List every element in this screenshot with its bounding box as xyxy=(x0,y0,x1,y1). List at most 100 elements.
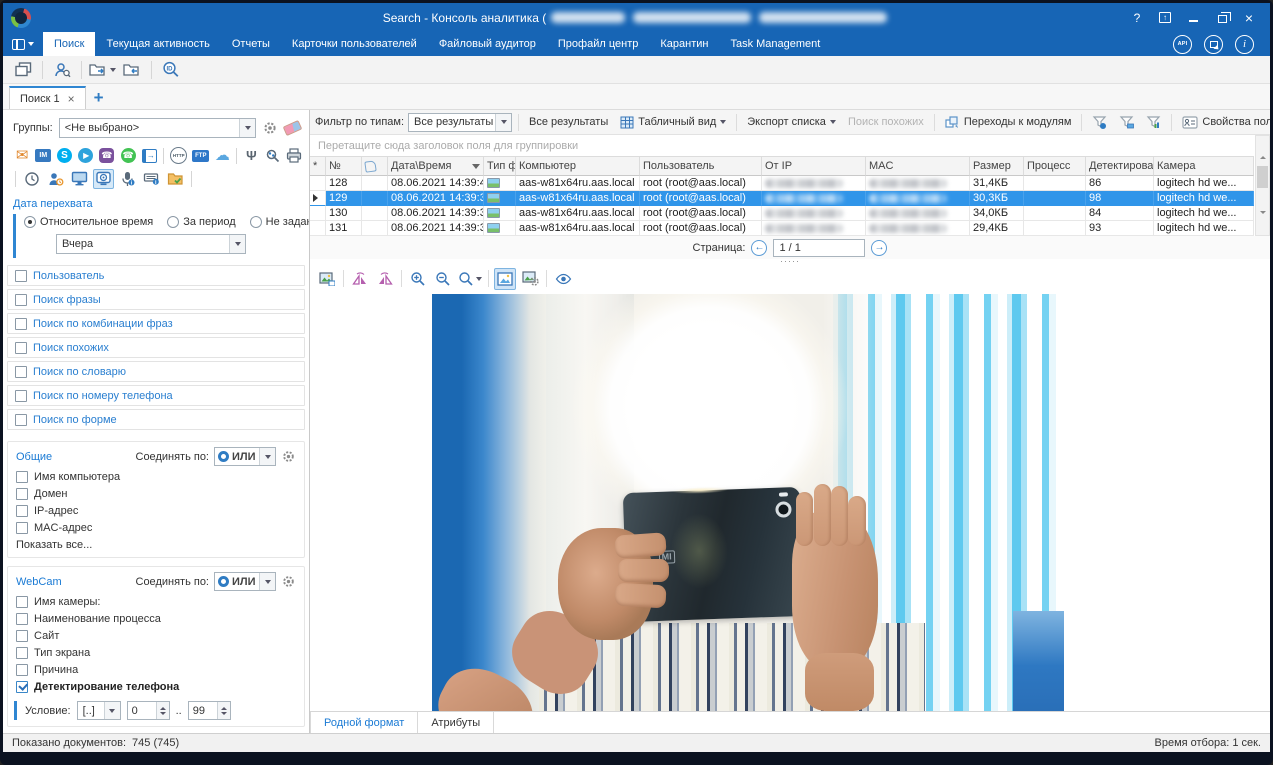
mail-channel-icon[interactable]: ✉ xyxy=(13,146,31,166)
checkbox[interactable] xyxy=(16,488,28,500)
ftp-channel-icon[interactable]: FTP xyxy=(191,146,210,166)
checkbox[interactable] xyxy=(15,366,27,378)
go-to-modules-button[interactable]: Переходы к модулям xyxy=(941,112,1076,133)
app-menu-button[interactable] xyxy=(3,32,43,56)
tab-close-icon[interactable]: × xyxy=(68,93,75,105)
eraser-icon[interactable] xyxy=(283,120,303,136)
search-similar-button[interactable]: Поиск похожих xyxy=(844,112,928,133)
relative-time-dropdown-button[interactable] xyxy=(229,235,245,253)
scroll-up-icon[interactable] xyxy=(1260,139,1266,157)
api-connections-icon[interactable]: API xyxy=(1173,35,1192,54)
tab-search-1[interactable]: Поиск 1 × xyxy=(9,86,86,109)
webcam-channel-icon[interactable] xyxy=(93,169,114,189)
criterion-user[interactable]: Пользователь xyxy=(7,265,305,286)
rotate-left-button[interactable] xyxy=(349,268,371,290)
criterion-phrase[interactable]: Поиск фразы xyxy=(7,289,305,310)
criterion-phone-number[interactable]: Поиск по номеру телефона xyxy=(7,385,305,406)
webcam-phone-detection[interactable]: Детектирование телефона xyxy=(16,681,296,693)
gear-icon[interactable] xyxy=(281,574,296,589)
checkbox[interactable] xyxy=(15,390,27,402)
criterion-similar[interactable]: Поиск похожих xyxy=(7,337,305,358)
relative-time-combobox[interactable]: Вчера xyxy=(56,234,246,254)
column-header-filetype[interactable]: Тип фа xyxy=(484,157,516,176)
column-header-star[interactable]: * xyxy=(310,157,326,176)
filter-by-computer-button[interactable] xyxy=(1115,112,1138,133)
checkbox[interactable] xyxy=(16,630,28,642)
ribbon-tab-user-cards[interactable]: Карточки пользователей xyxy=(281,32,428,56)
table-view-button[interactable]: Табличный вид xyxy=(616,112,730,133)
webcam-screen-type[interactable]: Тип экрана xyxy=(16,647,296,659)
radio-relative-time[interactable]: Относительное время xyxy=(24,216,153,228)
new-window-button[interactable] xyxy=(11,58,35,82)
common-ip-address[interactable]: IP-адрес xyxy=(16,505,296,517)
all-results-button[interactable]: Все результаты xyxy=(525,112,612,133)
column-header-user[interactable]: Пользователь xyxy=(640,157,762,176)
join-dropdown-button[interactable] xyxy=(259,573,275,590)
common-join-combobox[interactable]: ИЛИ xyxy=(214,447,276,466)
condition-from-stepper[interactable]: 0 xyxy=(127,701,170,720)
ribbon-tab-profile-center[interactable]: Профайл центр xyxy=(547,32,649,56)
operator-dropdown-button[interactable] xyxy=(104,702,120,719)
export-data-icon[interactable] xyxy=(1204,35,1223,54)
checkbox[interactable] xyxy=(16,522,28,534)
column-header-from-ip[interactable]: От IP xyxy=(762,157,866,176)
criterion-phrase-combination[interactable]: Поиск по комбинации фраз xyxy=(7,313,305,334)
ribbon-tab-task-management[interactable]: Task Management xyxy=(719,32,831,56)
common-domain[interactable]: Домен xyxy=(16,488,296,500)
tab-attributes[interactable]: Атрибуты xyxy=(418,712,494,733)
ribbon-tab-quarantine[interactable]: Карантин xyxy=(649,32,719,56)
checkbox[interactable] xyxy=(16,664,28,676)
radio-not-set[interactable]: Не задано xyxy=(250,216,310,228)
whatsapp-channel-icon[interactable]: ☎ xyxy=(119,146,137,166)
checkbox-checked[interactable] xyxy=(16,681,28,693)
user-search-button[interactable] xyxy=(50,58,74,82)
export-search-button[interactable] xyxy=(89,58,116,82)
im-channel-icon[interactable]: IM xyxy=(34,146,52,166)
checkbox[interactable] xyxy=(15,294,27,306)
stepper-buttons[interactable] xyxy=(156,702,169,719)
column-header-process[interactable]: Процесс xyxy=(1024,157,1086,176)
printer-channel-icon[interactable] xyxy=(285,146,303,166)
checkbox[interactable] xyxy=(16,471,28,483)
column-header-camera[interactable]: Камера xyxy=(1154,157,1254,176)
ribbon-tab-search[interactable]: Поиск xyxy=(43,32,95,56)
gear-icon[interactable] xyxy=(281,449,296,464)
http-channel-icon[interactable]: HTTP xyxy=(169,146,188,166)
common-mac-address[interactable]: MAC-адрес xyxy=(16,522,296,534)
webcam-join-combobox[interactable]: ИЛИ xyxy=(214,572,276,591)
column-header-tag[interactable] xyxy=(362,157,388,176)
restore-button[interactable] xyxy=(1214,11,1228,25)
cloud-channel-icon[interactable]: ☁ xyxy=(213,146,231,166)
filter-by-user-button[interactable] xyxy=(1088,112,1111,133)
minimize-button[interactable] xyxy=(1186,11,1200,25)
type-filter-combobox[interactable]: Все результаты xyxy=(408,113,512,132)
checkbox[interactable] xyxy=(15,318,27,330)
scroll-down-icon[interactable] xyxy=(1260,214,1266,232)
splitter-grip[interactable]: ····· xyxy=(310,259,1270,266)
checkbox[interactable] xyxy=(16,596,28,608)
monitor-channel-icon[interactable] xyxy=(69,169,90,189)
criterion-form[interactable]: Поиск по форме xyxy=(7,409,305,430)
next-page-button[interactable]: → xyxy=(871,240,887,256)
import-search-button[interactable] xyxy=(120,58,144,82)
column-header-num[interactable]: № xyxy=(326,157,362,176)
image-settings-button[interactable] xyxy=(519,268,541,290)
usb-channel-icon[interactable]: Ψ xyxy=(242,146,260,166)
column-header-computer[interactable]: Компьютер xyxy=(516,157,640,176)
column-header-detected[interactable]: Детектирова xyxy=(1086,157,1154,176)
condition-to-stepper[interactable]: 99 xyxy=(188,701,231,720)
about-icon[interactable]: i xyxy=(1235,35,1254,54)
ribbon-tab-activity[interactable]: Текущая активность xyxy=(95,32,220,56)
stepper-buttons[interactable] xyxy=(217,702,230,719)
files-channel-icon[interactable] xyxy=(165,169,186,189)
preview-button[interactable] xyxy=(552,268,574,290)
webcam-process-name[interactable]: Наименование процесса xyxy=(16,613,296,625)
network-search-channel-icon[interactable] xyxy=(264,146,282,166)
column-header-size[interactable]: Размер xyxy=(970,157,1024,176)
keylogger-channel-icon[interactable]: i xyxy=(141,169,162,189)
viber-channel-icon[interactable]: ☎ xyxy=(98,146,116,166)
groups-combobox[interactable]: <Не выбрано> xyxy=(59,118,256,138)
close-button[interactable]: × xyxy=(1242,11,1256,25)
webcam-site[interactable]: Сайт xyxy=(16,630,296,642)
webcam-camera-name[interactable]: Имя камеры: xyxy=(16,596,296,608)
